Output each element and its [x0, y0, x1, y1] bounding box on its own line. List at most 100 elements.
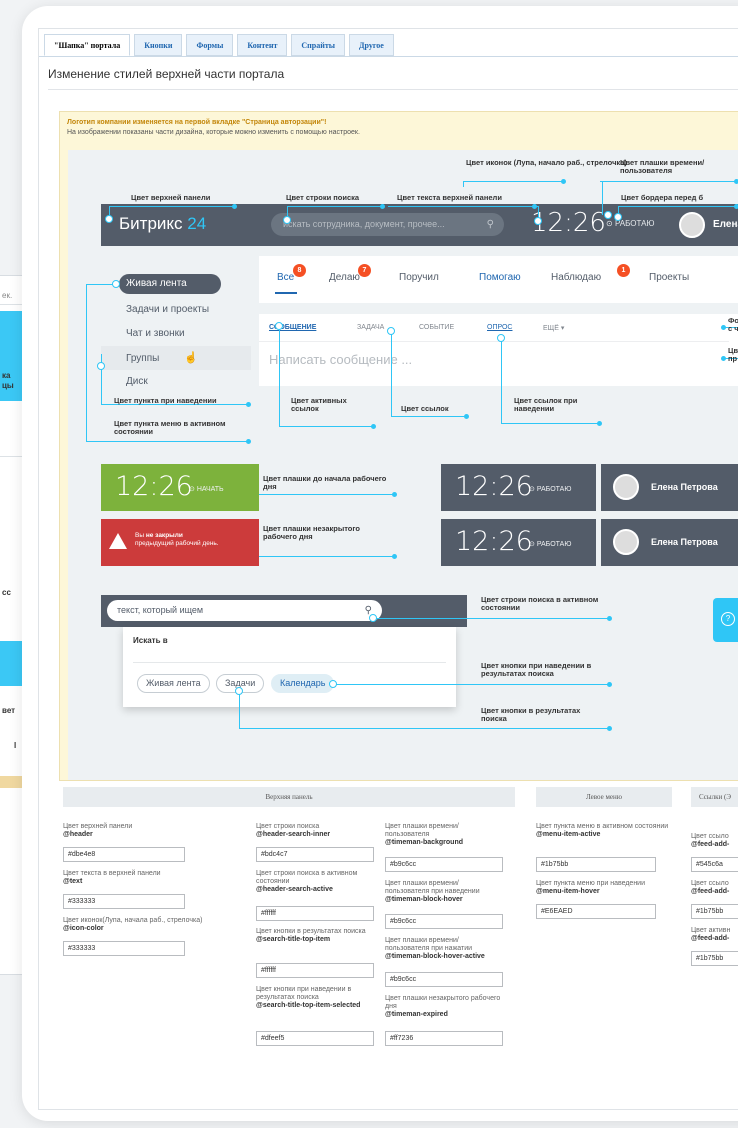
field-label: Цвет ссыло @feed-add- — [691, 880, 730, 896]
annotation-links: Цвет ссылок — [401, 404, 449, 413]
header-color-input[interactable]: #dbe4e8 — [63, 847, 185, 862]
work-status[interactable]: ⊙ РАБОТАЮ — [606, 219, 655, 228]
section-links: Ссылки (Э — [691, 787, 738, 807]
left-menu: Живая лента Задачи и проекты Чат и звонк… — [101, 274, 251, 394]
warning-icon — [109, 533, 127, 549]
menu-active-input[interactable]: #1b75bb — [536, 857, 656, 872]
menu-item-live[interactable]: Живая лента — [119, 274, 221, 294]
field-label: Цвет плашки времени/ пользователя @timema… — [385, 823, 464, 847]
annotation-search-row: Цвет строки поиска — [286, 193, 360, 202]
feed-tab-assigned[interactable]: Поручил — [399, 272, 439, 283]
annotation-before-start: Цвет плашки до начала рабочего дня — [263, 474, 387, 492]
menu-item-chat[interactable]: Чат и звонки — [101, 322, 251, 346]
field-label: Цвет строки поиска @header-search-inner — [256, 823, 331, 839]
avatar[interactable] — [679, 212, 705, 238]
badge-all: 8 — [293, 264, 306, 277]
search-inner-input[interactable]: #bdc4c7 — [256, 847, 374, 862]
search-dropdown: Искать в Живая лента Задачи Календарь — [123, 627, 456, 707]
annotation-header-text: Цвет текста верхней панели — [397, 193, 502, 202]
feed-tab-watching[interactable]: Наблюдаю — [551, 272, 601, 283]
search-item-selected-input[interactable]: #dfeef5 — [256, 1031, 374, 1046]
feed-link-input[interactable]: #545c6a — [691, 857, 738, 872]
feed-tab-all[interactable]: Все — [277, 272, 294, 283]
timeman-expired-input[interactable]: #ff7236 — [385, 1031, 503, 1046]
timeman-start[interactable]: 12:26 ⊙ НАЧАТЬ — [101, 464, 259, 511]
section-top-panel: Верхняя панель — [63, 787, 515, 807]
annotation-border: Цвет бордера перед б — [621, 193, 704, 202]
feed-tab-doing[interactable]: Делаю — [329, 272, 360, 283]
icon-color-input[interactable]: #333333 — [63, 941, 185, 956]
annotation-icon-color: Цвет иконок (Лупа, начало раб., стрелочк… — [466, 158, 627, 167]
timeman-active-input[interactable]: #b9c6cc — [385, 972, 503, 987]
field-label: Цвет иконок(Лупа, начала раб., стрелочка… — [63, 917, 203, 933]
annotation-btn: Цвет кнопки в результатах поиска — [481, 706, 581, 724]
field-label: Цвет ссыло @feed-add- — [691, 833, 730, 849]
user-block-active[interactable]: Елена Петрова — [601, 519, 738, 566]
field-label: Цвет пункта меню в активном состоянии @me… — [536, 823, 669, 839]
header-search[interactable]: искать сотрудника, документ, прочее... ⚲ — [271, 213, 504, 236]
search-item-input[interactable]: #ffffff — [256, 963, 374, 978]
annotation-search-active: Цвет строки поиска в активном состоянии — [481, 595, 599, 613]
field-label: Цвет активн @feed-add- — [691, 927, 731, 943]
field-label: Цвет верхней панели @header — [63, 823, 133, 839]
field-label: Цвет кнопки при наведении в результатах … — [256, 986, 361, 1010]
annotation-menu-active: Цвет пункта меню в активном состоянии — [114, 419, 226, 437]
annotation-not-closed: Цвет плашки незакрытого рабочего дня — [263, 524, 360, 542]
field-label: Цвет плашки времени/ пользователя при на… — [385, 937, 485, 961]
post-form: Сообщение Задача Событие Опрос Ещё ▾ Нап… — [259, 314, 738, 386]
post-tab-event[interactable]: Событие — [419, 324, 454, 331]
dropdown-heading: Искать в — [133, 636, 168, 645]
field-label: Цвет кнопки в результатах поиска @search-… — [256, 928, 366, 944]
post-tab-poll[interactable]: Опрос — [487, 324, 513, 331]
chip-live[interactable]: Живая лента — [137, 674, 210, 693]
field-label: Цвет строки поиска в активном состоянии @… — [256, 870, 358, 894]
field-label: Цвет плашки времени/ пользователя при на… — [385, 880, 480, 904]
menu-item-groups[interactable]: Группы ☝ — [101, 346, 251, 370]
question-icon: ? — [721, 612, 735, 626]
field-label: Цвет текста в верхней панели @text — [63, 870, 161, 886]
annotation-btn-hover: Цвет кнопки при наведении в результатах … — [481, 661, 592, 679]
menu-item-disk[interactable]: Диск — [101, 370, 251, 394]
field-label: Цвет пункта меню при наведении @menu-item… — [536, 880, 645, 896]
search-icon[interactable]: ⚲ — [487, 213, 494, 236]
feed-link-active-input[interactable]: #1b75bb — [691, 951, 738, 966]
post-tab-task[interactable]: Задача — [357, 324, 384, 331]
annotation-active-links: Цвет активных ссылок — [291, 396, 347, 414]
timeman-expired[interactable]: Вы не закрыли предыдущий рабочий день. — [101, 519, 259, 566]
search-demo-bar: текст, который ищем ⚲ — [101, 595, 467, 627]
annotation-side-c: Цв пр — [728, 346, 738, 364]
header-clock[interactable]: 12:26 — [531, 208, 606, 238]
search-active-input[interactable]: #ffffff — [256, 906, 374, 921]
badge-doing: 7 — [358, 264, 371, 277]
feed-link-hover-input[interactable]: #1b75bb — [691, 904, 738, 919]
timeman-hover-input[interactable]: #b9c6cc — [385, 914, 503, 929]
portal-logo: Битрикс 24 — [119, 214, 207, 233]
annotation-header-bg: Цвет верхней панели — [131, 193, 211, 202]
expired-text: Вы не закрыли предыдущий рабочий день. — [135, 532, 219, 548]
annotation-links-hover: Цвет ссылок при наведении — [514, 396, 578, 414]
search-input[interactable]: текст, который ищем ⚲ — [107, 600, 382, 621]
menu-item-tasks[interactable]: Задачи и проекты — [101, 298, 251, 322]
header-user-name[interactable]: Елена — [713, 219, 738, 230]
post-tab-more[interactable]: Ещё ▾ — [543, 324, 564, 332]
field-label: Цвет плашки незакрытого рабочего дня @tim… — [385, 995, 501, 1019]
feed-tab-helping[interactable]: Помогаю — [479, 272, 521, 283]
settings-panel: "Шапка" портала Кнопки Формы Контент Спр… — [38, 28, 738, 1110]
portal-header: Битрикс 24 искать сотрудника, документ, … — [101, 204, 738, 246]
timeman-bg-input[interactable]: #b9c6cc — [385, 857, 503, 872]
badge-watching: 1 — [617, 264, 630, 277]
hand-cursor-icon: ☝ — [184, 352, 198, 364]
annotation-time-bg: Цвет плашки времени/пользователя — [620, 158, 705, 176]
user-block[interactable]: Елена Петрова — [601, 464, 738, 511]
timeman-working-hover[interactable]: 12:26 ⊙ РАБОТАЮ — [441, 519, 596, 566]
timeman-working[interactable]: 12:26 ⊙ РАБОТАЮ — [441, 464, 596, 511]
annotation-side-f: Фо с ч — [728, 316, 738, 334]
help-button[interactable]: ? — [713, 598, 738, 642]
feed-tabs: Все 8 Делаю 7 Поручил Помогаю Наблюдаю 1… — [259, 256, 738, 303]
chip-calendar[interactable]: Календарь — [271, 674, 335, 693]
annotation-menu-hover: Цвет пункта при наведении — [114, 396, 217, 405]
section-left-menu: Левое меню — [536, 787, 672, 807]
feed-tab-projects[interactable]: Проекты — [649, 272, 689, 283]
menu-hover-input[interactable]: #E6EAED — [536, 904, 656, 919]
text-color-input[interactable]: #333333 — [63, 894, 185, 909]
